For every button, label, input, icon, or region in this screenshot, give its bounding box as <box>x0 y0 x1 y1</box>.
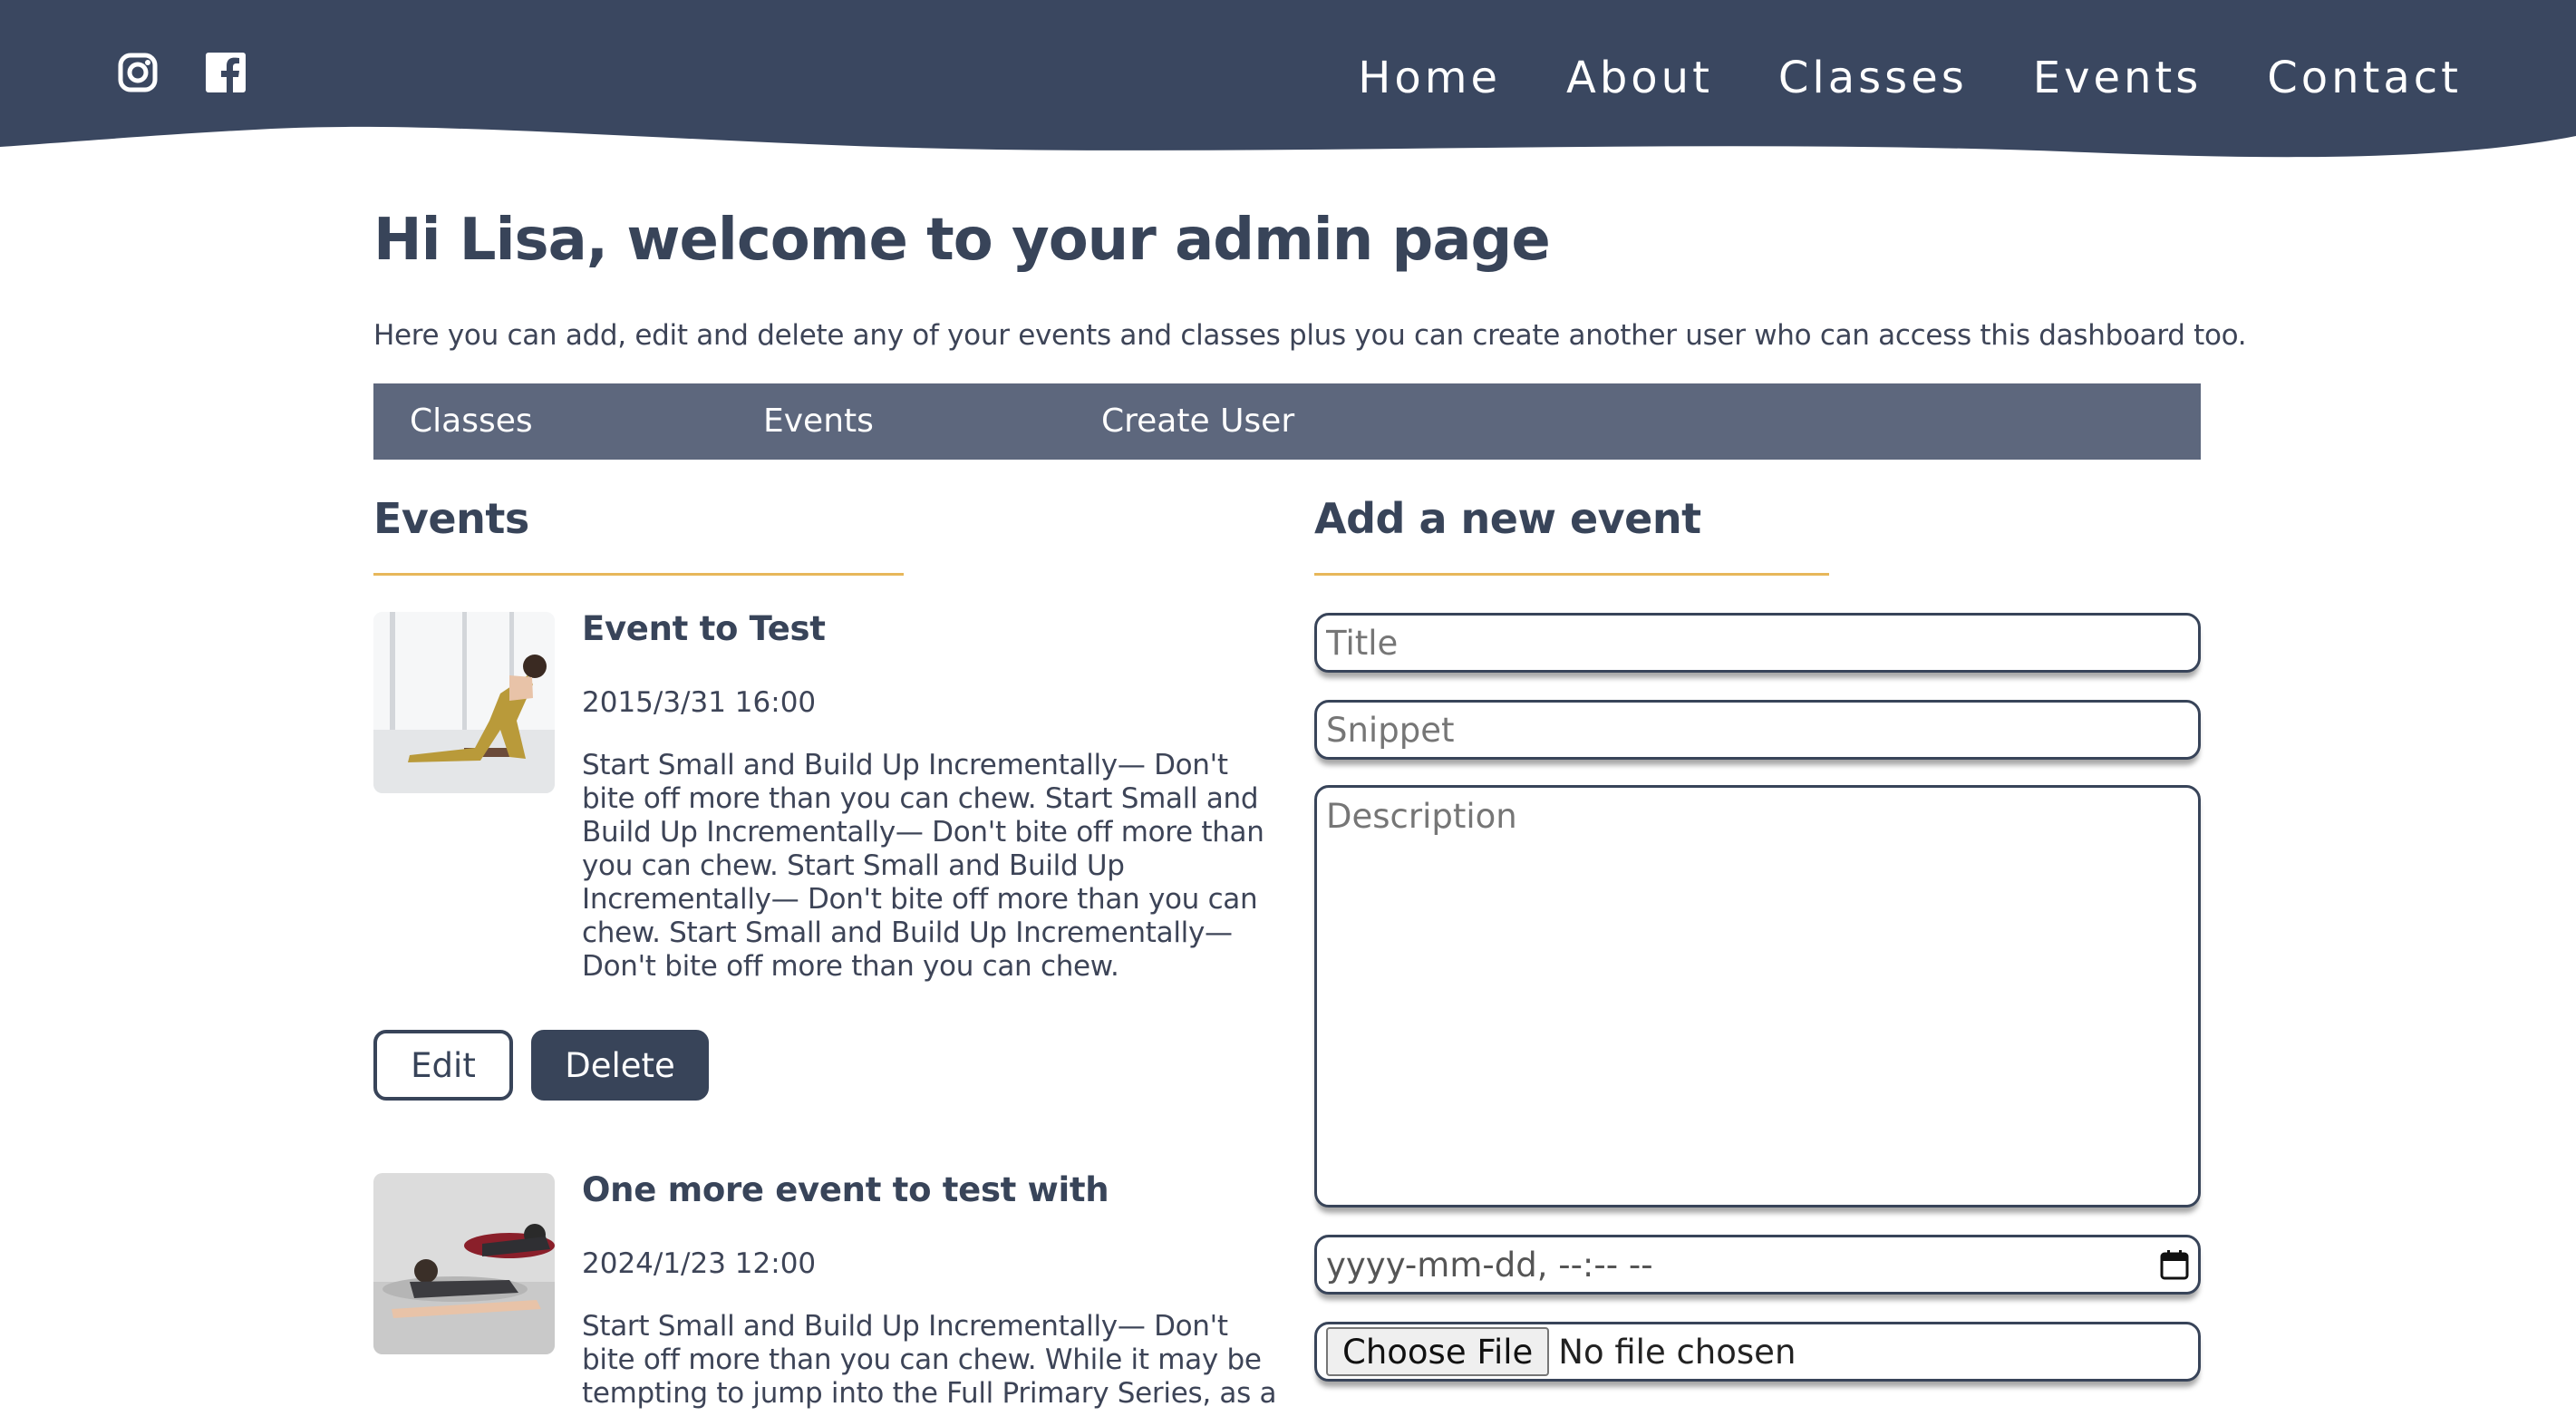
nav-about[interactable]: About <box>1566 47 1713 109</box>
add-event-heading: Add a new event <box>1314 494 1701 543</box>
site-header: Home About Classes Events Contact <box>0 0 2576 163</box>
nav-contact[interactable]: Contact <box>2267 47 2462 109</box>
events-heading-underline <box>373 573 904 576</box>
event-description: Start Small and Build Up Incrementally— … <box>582 749 1264 983</box>
facebook-icon <box>206 53 246 92</box>
page-title: Hi Lisa, welcome to your admin page <box>373 207 1551 274</box>
nav-home[interactable]: Home <box>1358 47 1501 109</box>
admin-tab-bar: Classes Events Create User <box>373 383 2201 460</box>
event-title: One more event to test with <box>582 1170 1109 1209</box>
facebook-link[interactable] <box>204 51 247 94</box>
nav-events[interactable]: Events <box>2033 47 2203 109</box>
delete-event-button[interactable]: Delete <box>531 1030 709 1101</box>
nav-classes[interactable]: Classes <box>1778 47 1968 109</box>
event-image <box>373 1173 555 1354</box>
event-date: 2015/3/31 16:00 <box>582 686 817 719</box>
event-title: Event to Test <box>582 609 826 648</box>
main-nav: Home About Classes Events Contact <box>1358 47 2462 109</box>
event-image <box>373 612 555 793</box>
title-input[interactable] <box>1314 613 2201 673</box>
calendar-icon[interactable] <box>2160 1249 2189 1280</box>
choose-file-button[interactable]: Choose File <box>1326 1327 1550 1376</box>
instagram-icon <box>118 53 158 92</box>
events-heading: Events <box>373 494 529 543</box>
snippet-input[interactable] <box>1314 700 2201 760</box>
add-event-heading-underline <box>1314 573 1829 576</box>
file-status: No file chosen <box>1558 1332 1796 1372</box>
event-datetime-input[interactable]: yyyy-mm-dd, --:-- -- <box>1314 1235 2201 1295</box>
edit-event-button[interactable]: Edit <box>373 1030 513 1101</box>
tab-events[interactable]: Events <box>763 400 874 443</box>
event-date: 2024/1/23 12:00 <box>582 1247 817 1280</box>
tab-classes[interactable]: Classes <box>410 400 533 443</box>
tab-create-user[interactable]: Create User <box>1101 400 1294 443</box>
image-file-input[interactable]: Choose File No file chosen <box>1314 1322 2201 1382</box>
event-description: Start Small and Build Up Incrementally— … <box>582 1310 1277 1410</box>
instagram-link[interactable] <box>116 51 160 94</box>
description-textarea[interactable] <box>1314 785 2201 1207</box>
datetime-placeholder: yyyy-mm-dd, --:-- -- <box>1326 1245 1653 1285</box>
page-intro: Here you can add, edit and delete any of… <box>373 319 2247 352</box>
